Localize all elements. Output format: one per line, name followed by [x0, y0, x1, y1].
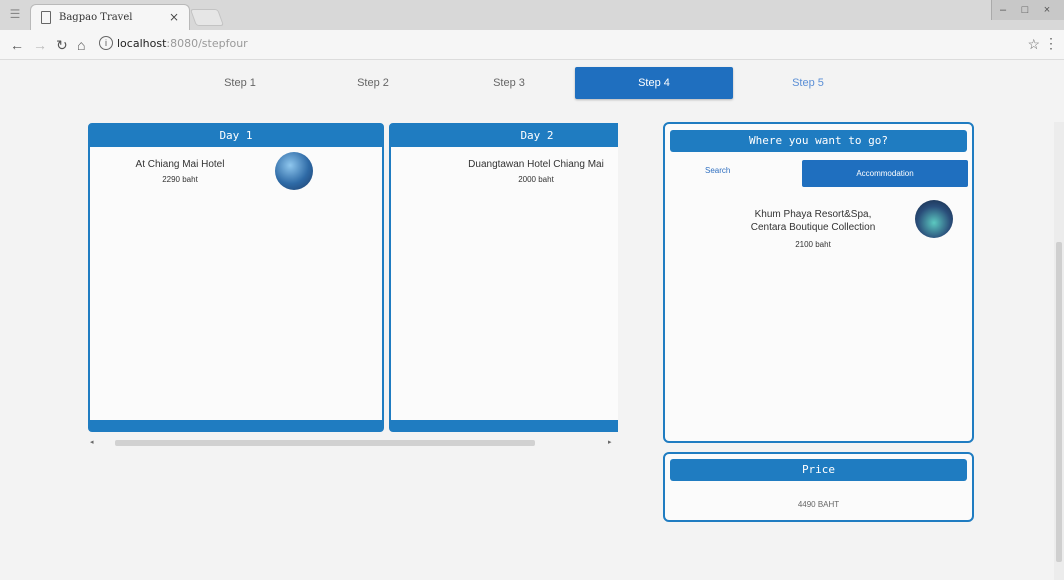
window-controls: – □ × [991, 0, 1064, 20]
minimize-button[interactable]: – [992, 0, 1014, 20]
result-name-line2: Centara Boutique Collection [750, 222, 876, 233]
scroll-thumb[interactable] [115, 440, 535, 446]
panel-title: Where you want to go? [670, 130, 967, 152]
hotel-name: Duangtawan Hotel Chiang Mai [468, 159, 604, 170]
step-5[interactable]: Step 5 [729, 67, 887, 99]
step-4[interactable]: Step 4 [575, 67, 733, 99]
bookmark-star-icon[interactable]: ☆ [1027, 36, 1040, 53]
result-thumbnail [915, 200, 953, 238]
step-2[interactable]: Step 2 [294, 67, 452, 99]
reload-icon[interactable]: ↻ [56, 36, 68, 54]
price-total: 4490 BAHT [797, 500, 840, 509]
day-title: Day 2 [391, 125, 618, 147]
day-column-1: Day 1 At Chiang Mai Hotel 2290 baht [88, 123, 384, 432]
result-price: 2100 baht [795, 240, 831, 249]
url-host: localhost [117, 37, 167, 50]
info-icon[interactable]: i [99, 36, 113, 50]
step-3[interactable]: Step 3 [430, 67, 588, 99]
forward-arrow-icon[interactable]: → [33, 36, 47, 54]
step-nav: Step 1 Step 2 Step 3 Step 4 Step 5 [0, 67, 1064, 99]
day-footer [391, 420, 618, 430]
hotel-thumbnail [275, 152, 313, 190]
tab-search[interactable]: Search [705, 166, 730, 175]
accommodation-result[interactable]: Khum Phaya Resort&Spa, Centara Boutique … [723, 208, 903, 251]
hotel-entry[interactable]: Duangtawan Hotel Chiang Mai 2000 baht [451, 159, 618, 184]
new-tab-button[interactable] [189, 9, 225, 26]
tab-close-icon[interactable]: × [169, 10, 179, 24]
window-close-button[interactable]: × [1036, 0, 1058, 20]
hotel-name: At Chiang Mai Hotel [135, 159, 225, 170]
url-text: localhost:8080/stepfour [117, 37, 248, 50]
hotel-price: 2290 baht [162, 175, 198, 184]
browser-toolbar: ← → ↻ ⌂ i localhost:8080/stepfour ☆ ⋮ [0, 30, 1064, 60]
url-path: :8080/stepfour [166, 37, 248, 50]
browser-menu-icon[interactable]: ⋮ [1044, 35, 1058, 52]
hotel-entry[interactable]: At Chiang Mai Hotel 2290 baht [110, 159, 250, 184]
day-column-2: Day 2 Duangtawan Hotel Chiang Mai 2000 b… [389, 123, 618, 432]
address-bar[interactable]: i localhost:8080/stepfour [95, 35, 1025, 55]
window-menu-icon[interactable]: ☰ [8, 7, 22, 21]
back-arrow-icon[interactable]: ← [10, 36, 24, 54]
page-icon [41, 11, 51, 24]
result-name-line1: Khum Phaya Resort&Spa, [754, 209, 872, 220]
price-title: Price [670, 459, 967, 481]
hotel-price: 2000 baht [518, 175, 554, 184]
day-title: Day 1 [90, 125, 382, 147]
browser-tabbar: ☰ Bagpao Travel × – □ × [0, 0, 1064, 30]
tab-accommodation[interactable]: Accommodation [802, 160, 968, 187]
maximize-button[interactable]: □ [1014, 0, 1036, 20]
day-footer [90, 420, 382, 430]
browser-tab[interactable]: Bagpao Travel × [30, 4, 190, 30]
home-icon[interactable]: ⌂ [77, 36, 85, 54]
vertical-scrollbar[interactable] [1054, 122, 1064, 580]
horizontal-scrollbar[interactable]: ◂ ▸ [88, 437, 618, 449]
scroll-left-arrow-icon[interactable]: ◂ [90, 437, 94, 449]
price-panel: Price 4490 BAHT [663, 452, 974, 522]
vertical-scroll-thumb[interactable] [1056, 242, 1062, 562]
search-panel: Where you want to go? Search Accommodati… [663, 122, 974, 443]
page-content: Step 1 Step 2 Step 3 Step 4 Step 5 Day 1… [0, 61, 1064, 580]
scroll-right-arrow-icon[interactable]: ▸ [608, 437, 612, 449]
tab-title: Bagpao Travel [59, 12, 133, 23]
